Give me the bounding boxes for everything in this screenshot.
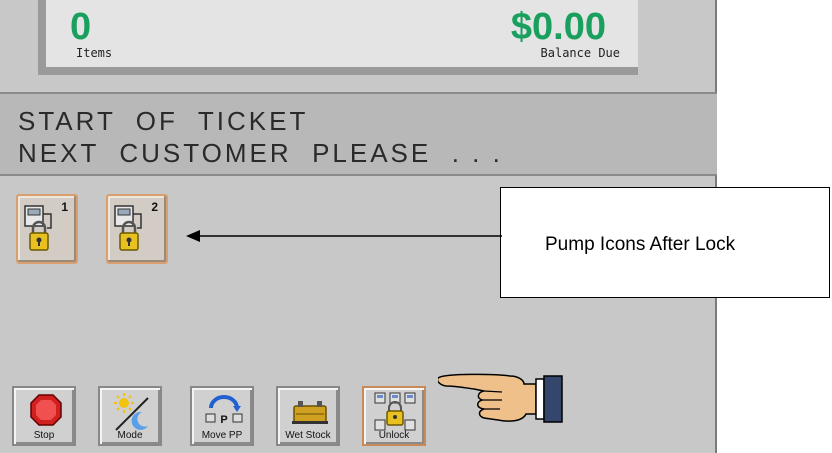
move-pp-button[interactable]: P Move PP bbox=[190, 386, 254, 446]
annotation-callout: Pump Icons After Lock bbox=[500, 187, 830, 298]
balance-due-label: Balance Due bbox=[540, 46, 620, 60]
unlock-button[interactable]: Unlock bbox=[362, 386, 426, 446]
pointing-hand-icon bbox=[438, 373, 563, 423]
locked-pump-icon bbox=[114, 205, 142, 251]
pump-button-2[interactable]: 2 bbox=[106, 194, 168, 264]
message-line-1: START OF TICKET bbox=[18, 106, 309, 136]
stop-icon bbox=[30, 394, 62, 426]
stop-button[interactable]: Stop bbox=[12, 386, 76, 446]
locked-pump-icon bbox=[24, 205, 52, 251]
items-label: Items bbox=[76, 46, 113, 60]
wet-stock-button[interactable]: Wet Stock bbox=[276, 386, 340, 446]
balance-due-amount: $0.00 bbox=[510, 6, 606, 48]
move-prepay-icon: P bbox=[205, 395, 243, 426]
pump-number: 2 bbox=[151, 200, 158, 214]
pump-number: 1 bbox=[61, 200, 68, 214]
pump-button-1[interactable]: 1 bbox=[16, 194, 78, 264]
message-area: START OF TICKET NEXT CUSTOMER PLEASE . .… bbox=[0, 92, 717, 176]
move-pp-label: Move PP bbox=[201, 430, 243, 441]
mode-label: Mode bbox=[117, 430, 143, 441]
fuel-tank-icon bbox=[292, 401, 328, 424]
unlock-label: Unlock bbox=[378, 430, 410, 441]
totals-display: 0 Items $0.00 Balance Due bbox=[38, 0, 638, 75]
svg-text:P: P bbox=[220, 414, 227, 426]
message-line-2: NEXT CUSTOMER PLEASE . . . bbox=[18, 138, 503, 168]
mode-button[interactable]: Mode bbox=[98, 386, 162, 446]
stop-label: Stop bbox=[33, 430, 55, 441]
annotation-arrow-icon bbox=[186, 230, 502, 242]
annotation-text: Pump Icons After Lock bbox=[545, 234, 736, 255]
unlock-pumps-icon bbox=[374, 392, 416, 431]
items-count: 0 bbox=[70, 6, 92, 48]
sun-moon-icon bbox=[114, 393, 149, 431]
wet-stock-label: Wet Stock bbox=[285, 430, 331, 441]
